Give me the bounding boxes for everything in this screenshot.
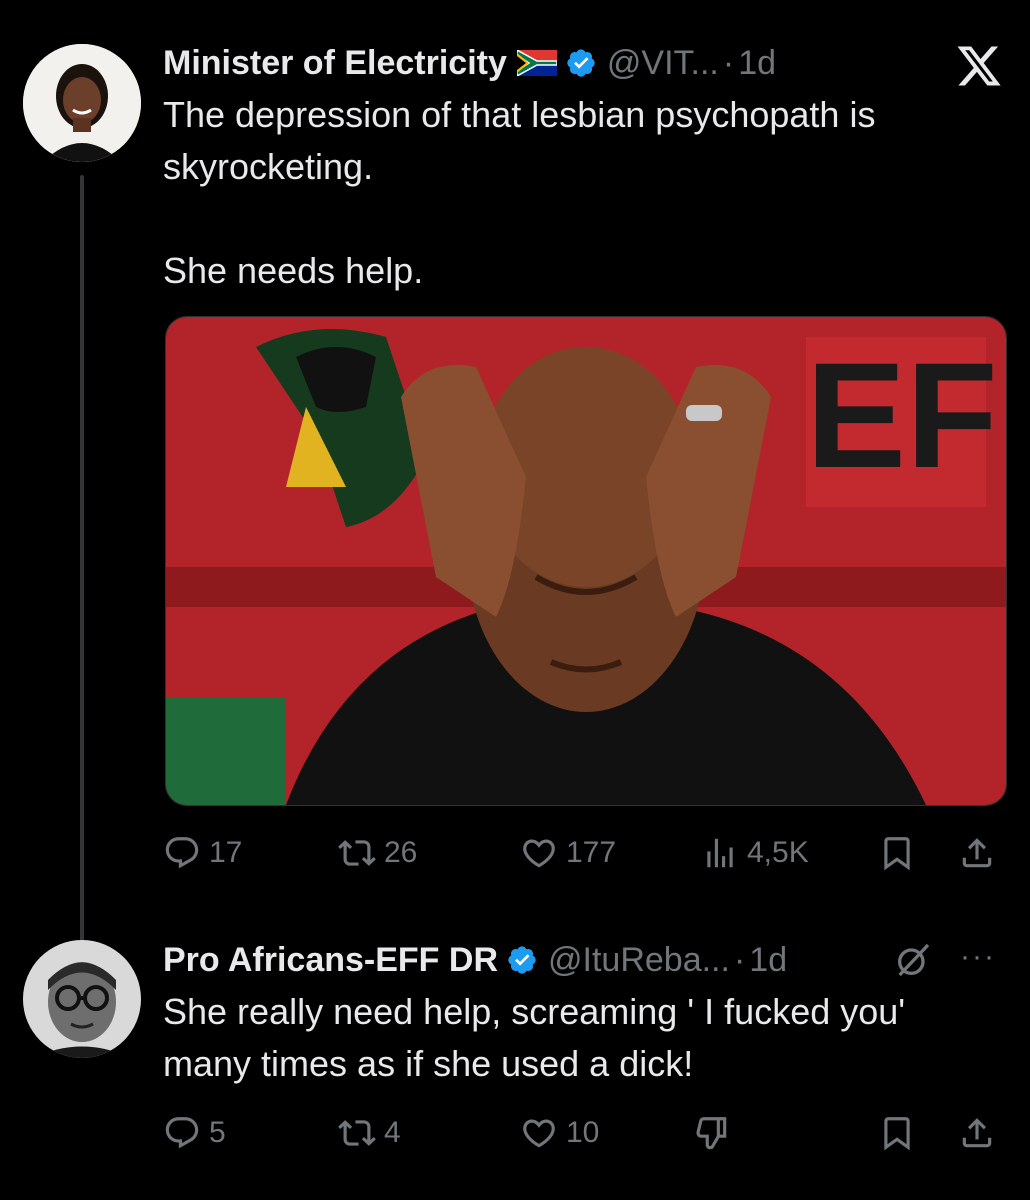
retweet-icon xyxy=(338,840,376,866)
avatar-tweet2[interactable] xyxy=(23,940,141,1058)
views-icon xyxy=(707,838,733,868)
views-button[interactable]: 4,5K xyxy=(701,828,809,878)
tweet-1[interactable]: Minister of Electricity @VIT... · 1d The… xyxy=(163,41,1002,297)
tweet1-author-name[interactable]: Minister of Electricity xyxy=(163,41,507,85)
reply-button[interactable]: 17 xyxy=(163,828,242,878)
separator-dot: · xyxy=(733,941,746,979)
retweet-count: 26 xyxy=(384,836,418,869)
more-icon[interactable]: ··· xyxy=(960,940,996,974)
retweet-button[interactable]: 26 xyxy=(338,828,417,878)
share-icon xyxy=(962,838,992,868)
like-icon xyxy=(523,1119,555,1148)
reply-button[interactable]: 5 xyxy=(163,1108,226,1158)
like-button[interactable]: 10 xyxy=(520,1108,599,1158)
bookmark-button[interactable] xyxy=(878,1108,916,1158)
tweet1-handle[interactable]: @VIT... xyxy=(607,41,719,85)
verified-icon xyxy=(567,49,595,77)
retweet-button[interactable]: 4 xyxy=(338,1108,401,1158)
sa-flag-icon xyxy=(516,50,557,76)
tweet2-author-name[interactable]: Pro Africans-EFF DR xyxy=(163,938,498,982)
tweet2-text: She really need help, screaming ' I fuck… xyxy=(163,991,916,1084)
retweet-count: 4 xyxy=(384,1116,401,1149)
avatar-tweet1[interactable] xyxy=(23,44,141,162)
reply-count: 17 xyxy=(209,836,243,869)
tweet2-handle[interactable]: @ItuReba... xyxy=(548,938,730,982)
x-logo[interactable] xyxy=(955,42,1003,90)
tweet1-text: The depression of that lesbian psychopat… xyxy=(163,94,876,291)
tweet-2[interactable]: Pro Africans-EFF DR @ItuReba... · 1d She… xyxy=(163,938,1002,1090)
grok-icon[interactable] xyxy=(893,940,933,980)
bookmark-button[interactable] xyxy=(878,828,916,878)
downvote-button[interactable] xyxy=(693,1108,731,1158)
reply-icon xyxy=(165,1117,199,1149)
retweet-icon xyxy=(338,1120,376,1146)
separator-dot: · xyxy=(722,44,735,82)
verified-icon xyxy=(508,946,536,974)
bookmark-icon xyxy=(884,837,910,871)
share-button[interactable] xyxy=(958,1108,996,1158)
tweet2-actions: 5 4 10 xyxy=(163,1108,1010,1158)
tweet1-media-image[interactable]: EFF xyxy=(165,316,1007,806)
thread-line xyxy=(80,175,84,945)
like-count: 177 xyxy=(566,836,617,869)
tweet2-header: Pro Africans-EFF DR @ItuReba... · 1d xyxy=(163,938,1002,982)
eff-banner-text: EFF xyxy=(806,331,1006,499)
like-icon xyxy=(523,839,555,868)
like-button[interactable]: 177 xyxy=(520,828,616,878)
tweet1-actions: 17 26 177 4,5K xyxy=(163,828,1010,878)
reply-icon xyxy=(165,837,199,869)
downvote-icon xyxy=(696,1117,727,1150)
share-button[interactable] xyxy=(958,828,996,878)
bookmark-icon xyxy=(884,1117,910,1151)
tweet1-timestamp[interactable]: 1d xyxy=(738,41,776,85)
reply-count: 5 xyxy=(209,1116,226,1149)
tweet1-header: Minister of Electricity @VIT... · 1d xyxy=(163,41,1002,85)
tweet2-timestamp[interactable]: 1d xyxy=(749,938,787,982)
views-count: 4,5K xyxy=(747,836,809,869)
like-count: 10 xyxy=(566,1116,600,1149)
share-icon xyxy=(962,1118,992,1148)
